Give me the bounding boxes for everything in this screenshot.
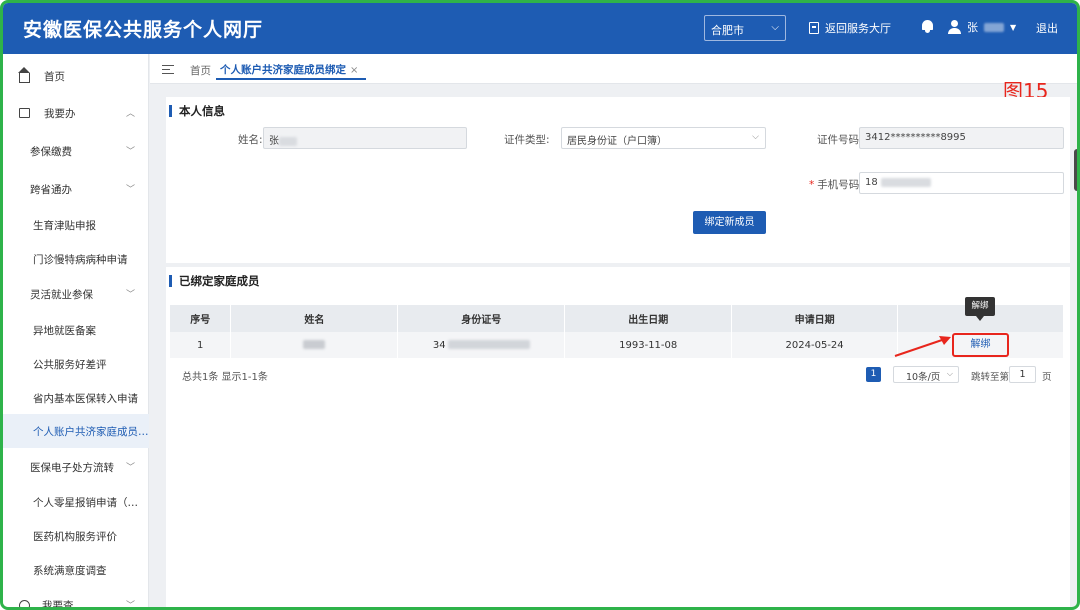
arrow-shaft: [894, 338, 946, 357]
col-id-number: 身份证号: [397, 305, 566, 332]
user-name-masked: [984, 22, 1004, 32]
menu-toggle-icon[interactable]: [162, 65, 174, 74]
sidebar-item-e-prescription[interactable]: 医保电子处方流转 ﹀: [3, 450, 149, 484]
app-frame: 安徽医保公共服务个人网厅 合肥市 ⌵ 返回服务大厅 张 ▼ 退出 首页 我要办 …: [0, 0, 1080, 610]
chevron-down-icon: ﹀: [125, 147, 135, 157]
todo-icon: [19, 108, 30, 118]
name-value: 张: [269, 136, 279, 147]
sidebar: 首页 我要办 ︿ 参保缴费 ﹀ 跨省通办 ﹀ 生育津贴申报 门诊慢特病病种申请 …: [3, 54, 149, 610]
page-size-value: 10条/页: [906, 372, 941, 383]
chevron-up-icon: ︿: [125, 109, 135, 119]
logout-button[interactable]: 退出: [1036, 20, 1058, 36]
chevron-down-icon: ﹀: [125, 601, 135, 610]
personal-info-card: 本人信息 姓名: 张 证件类型: 居民身份证（户口簿） ⌵ 证件号码: 3412…: [166, 97, 1070, 263]
phone-value: 18: [865, 177, 878, 188]
tab-family-binding[interactable]: 个人账户共济家庭成员绑定 ×: [216, 58, 367, 80]
phone-label: * 手机号码:: [809, 177, 863, 192]
chevron-down-icon: ⌵: [752, 132, 759, 142]
chevron-down-icon: ﹀: [125, 290, 135, 300]
home-icon: [18, 66, 30, 83]
phone-masked: [880, 177, 931, 187]
id-number-field: 3412**********8995: [859, 127, 1064, 149]
bound-members-title: 已绑定家庭成员: [169, 275, 260, 287]
name-field: 张: [263, 127, 467, 149]
tab-bar: 首页 个人账户共济家庭成员绑定 ×: [150, 54, 1077, 84]
chevron-down-icon: ⌵: [771, 22, 779, 33]
logout-label: 退出: [1036, 22, 1058, 35]
sidebar-item-satisfaction-survey[interactable]: 系统满意度调查: [3, 553, 149, 587]
sidebar-item-reimbursement[interactable]: 个人零星报销申请（电子...: [3, 485, 149, 519]
id-type-select[interactable]: 居民身份证（户口簿） ⌵: [561, 127, 766, 149]
page-suffix: 页: [1042, 372, 1052, 383]
personal-info-title: 本人信息: [169, 105, 225, 117]
cell-birth-date: 1993-11-08: [564, 332, 733, 358]
caret-down-icon: ▼: [1010, 22, 1017, 32]
pagination-page-1[interactable]: 1: [866, 367, 881, 382]
bind-new-member-button[interactable]: 绑定新成员: [693, 211, 766, 234]
tab-family-binding-label: 个人账户共济家庭成员绑定: [220, 64, 346, 76]
member-name-masked: [303, 340, 326, 349]
member-id-masked: [447, 340, 530, 349]
cell-apply-date: 2024-05-24: [731, 332, 899, 358]
sidebar-item-todo[interactable]: 我要办 ︿: [3, 96, 149, 130]
side-drawer-handle[interactable]: [1074, 149, 1077, 191]
member-id-prefix: 34: [432, 339, 446, 351]
close-icon[interactable]: ×: [350, 65, 358, 76]
return-hall-label: 返回服务大厅: [825, 22, 891, 35]
id-type-value: 居民身份证（户口簿）: [567, 136, 667, 147]
sidebar-item-service-review[interactable]: 公共服务好差评: [3, 347, 149, 381]
sidebar-item-flexible-employment[interactable]: 灵活就业参保 ﹀: [3, 277, 149, 311]
red-pointer-arrow: [894, 336, 951, 357]
sidebar-item-cross-province[interactable]: 跨省通办 ﹀: [3, 172, 149, 206]
sidebar-item-chronic-disease[interactable]: 门诊慢特病病种申请: [3, 242, 149, 276]
sidebar-item-institution-review[interactable]: 医药机构服务评价: [3, 519, 149, 553]
pagination-total: 总共1条 显示1-1条: [182, 372, 268, 383]
id-number-label: 证件号码:: [817, 134, 863, 146]
phone-label-text: 手机号码:: [817, 179, 863, 191]
cell-index: 1: [170, 332, 232, 358]
id-number-value: 3412**********8995: [865, 132, 966, 143]
sidebar-item-home[interactable]: 首页: [3, 59, 149, 93]
notification-bell[interactable]: [921, 19, 934, 33]
unbind-tooltip: 解绑: [965, 297, 995, 321]
page-size-select[interactable]: 10条/页 ⌵: [893, 366, 959, 383]
sidebar-item-query[interactable]: 我要查 ﹀: [3, 588, 149, 610]
sidebar-item-maternity[interactable]: 生育津贴申报: [3, 208, 149, 242]
city-select-value: 合肥市: [711, 24, 744, 37]
tab-home[interactable]: 首页: [190, 63, 211, 78]
bell-icon: [921, 19, 934, 33]
user-name: 张: [967, 21, 978, 34]
sidebar-item-insurance-payment[interactable]: 参保缴费 ﹀: [3, 134, 149, 168]
name-label: 姓名:: [238, 134, 263, 146]
sidebar-item-remote-medical[interactable]: 异地就医备案: [3, 313, 149, 347]
name-masked: [279, 136, 297, 146]
chevron-down-icon: ⌵: [946, 369, 953, 378]
col-name: 姓名: [230, 305, 399, 332]
phone-input[interactable]: 18: [859, 172, 1064, 194]
sidebar-item-family-binding[interactable]: 个人账户共济家庭成员绑定: [3, 414, 149, 448]
search-circle-icon: [19, 599, 30, 607]
col-birth-date: 出生日期: [564, 305, 733, 332]
col-apply-date: 申请日期: [731, 305, 899, 332]
jump-label: 跳转至第: [971, 372, 1010, 383]
chevron-down-icon: ﹀: [125, 185, 135, 195]
bound-members-card: 已绑定家庭成员 序号 姓名 身份证号 出生日期 申请日期 1 34 1993-1…: [166, 267, 1070, 607]
exit-doc-icon: [809, 22, 819, 34]
top-header: 安徽医保公共服务个人网厅 合肥市 ⌵ 返回服务大厅 张 ▼ 退出: [3, 3, 1077, 54]
chevron-down-icon: ﹀: [125, 463, 135, 473]
cell-name: [230, 332, 399, 358]
city-select[interactable]: 合肥市 ⌵: [704, 15, 786, 41]
table-header-row: 序号 姓名 身份证号 出生日期 申请日期: [170, 305, 1064, 332]
user-menu[interactable]: 张 ▼: [948, 19, 1016, 35]
jump-page-input[interactable]: 1: [1009, 366, 1036, 383]
id-type-label: 证件类型:: [504, 134, 550, 146]
col-index: 序号: [170, 305, 232, 332]
sidebar-item-transfer-in[interactable]: 省内基本医保转入申请: [3, 381, 149, 415]
return-hall-link[interactable]: 返回服务大厅: [809, 20, 891, 36]
user-icon: [948, 20, 961, 34]
unbind-button[interactable]: 解绑: [952, 333, 1010, 357]
cell-id-number: 34: [397, 332, 566, 358]
required-mark: *: [809, 179, 815, 191]
app-title: 安徽医保公共服务个人网厅: [23, 19, 264, 41]
